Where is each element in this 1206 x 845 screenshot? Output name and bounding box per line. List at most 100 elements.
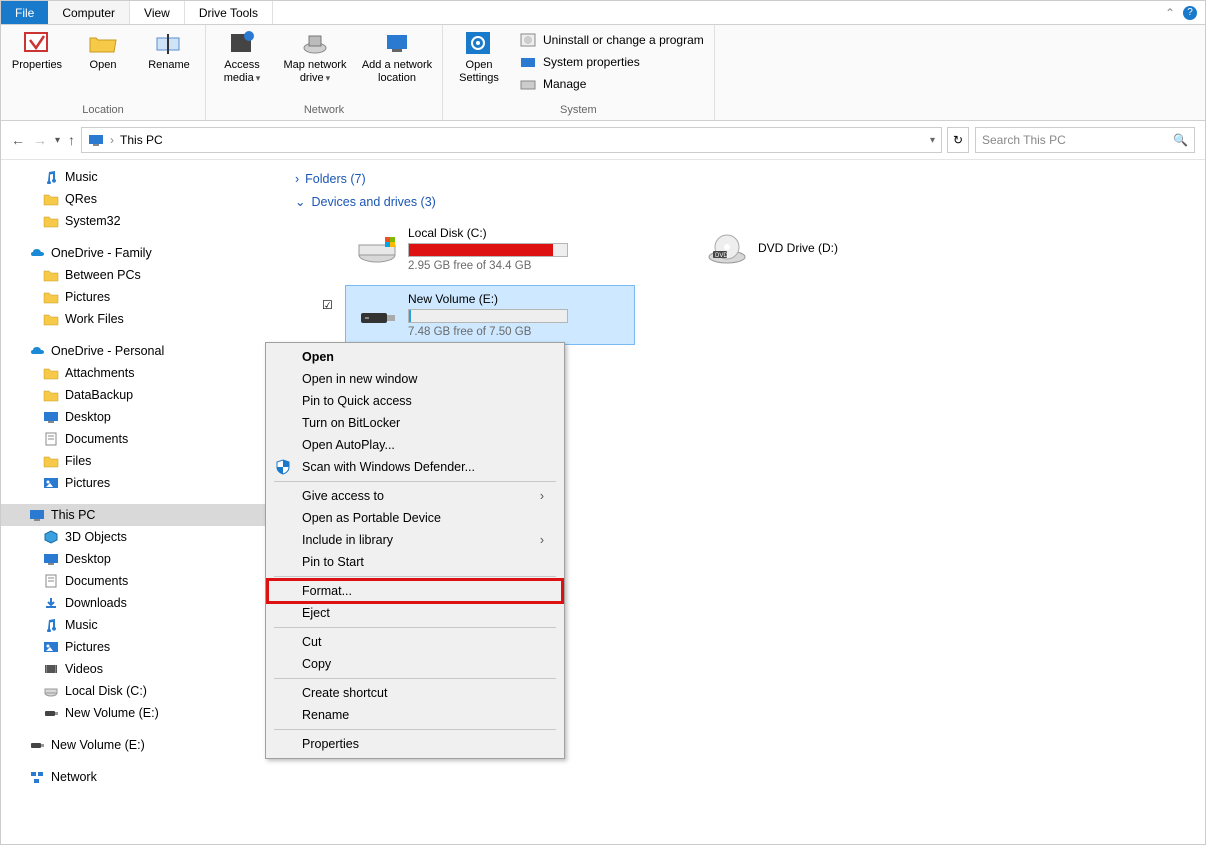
ctx-open-in-new-window[interactable]: Open in new window xyxy=(268,368,562,390)
drive-local-disk-c-[interactable]: Local Disk (C:)2.95 GB free of 34.4 GB xyxy=(345,219,635,279)
storage-bar xyxy=(408,243,568,257)
ctx-open[interactable]: Open xyxy=(268,346,562,368)
drive-dvd-drive-d-[interactable]: DVDDVD Drive (D:) xyxy=(695,219,985,279)
manage-button[interactable]: Manage xyxy=(515,73,708,95)
tree-this-pc[interactable]: This PC xyxy=(1,504,279,526)
ribbon-group-network-label: Network xyxy=(212,102,436,118)
tree-pictures[interactable]: Pictures xyxy=(1,636,279,658)
ctx-include-in-library[interactable]: Include in library› xyxy=(268,529,562,551)
desktop-icon xyxy=(43,551,59,567)
ctx-scan-with-windows-defender[interactable]: Scan with Windows Defender... xyxy=(268,456,562,478)
folder-icon xyxy=(43,289,59,305)
address-dropdown-icon[interactable]: ▾ xyxy=(930,135,935,146)
access-media-button[interactable]: Access media xyxy=(212,29,272,84)
search-icon: 🔍 xyxy=(1173,133,1188,147)
tree-music[interactable]: Music xyxy=(1,166,279,188)
tree-documents[interactable]: Documents xyxy=(1,428,279,450)
tree-attachments[interactable]: Attachments xyxy=(1,362,279,384)
tree-qres[interactable]: QRes xyxy=(1,188,279,210)
open-settings-button[interactable]: Open Settings xyxy=(449,29,509,84)
tree-desktop[interactable]: Desktop xyxy=(1,548,279,570)
drives-group-header[interactable]: ⌄ Devices and drives (3) xyxy=(295,190,1189,213)
tab-computer[interactable]: Computer xyxy=(48,1,130,24)
disk-icon xyxy=(43,683,59,699)
folder-icon xyxy=(43,191,59,207)
tree-pictures[interactable]: Pictures xyxy=(1,286,279,308)
tree-new-volume-e-[interactable]: New Volume (E:) xyxy=(1,702,279,724)
help-icon[interactable]: ? xyxy=(1183,6,1197,20)
nav-back-button[interactable]: ← xyxy=(11,132,25,148)
rename-button[interactable]: Rename xyxy=(139,29,199,72)
tree-databackup[interactable]: DataBackup xyxy=(1,384,279,406)
tree-new-volume-e[interactable]: New Volume (E:) xyxy=(1,734,279,756)
ctx-format[interactable]: Format... xyxy=(268,580,562,602)
ctx-pin-to-start[interactable]: Pin to Start xyxy=(268,551,562,573)
tree-documents[interactable]: Documents xyxy=(1,570,279,592)
tab-view[interactable]: View xyxy=(130,1,185,24)
tree-onedrive-personal[interactable]: OneDrive - Personal xyxy=(1,340,279,362)
ctx-properties[interactable]: Properties xyxy=(268,733,562,755)
ctx-rename[interactable]: Rename xyxy=(268,704,562,726)
context-menu-separator xyxy=(274,627,556,628)
ribbon-tabs: File Computer View Drive Tools ⌃ ? xyxy=(1,1,1205,25)
breadcrumb-this-pc[interactable]: This PC xyxy=(120,133,163,147)
uninstall-program-button[interactable]: Uninstall or change a program xyxy=(515,29,708,51)
drive-new-volume-e-[interactable]: ☑New Volume (E:)7.48 GB free of 7.50 GB xyxy=(345,285,635,345)
pictures-icon xyxy=(43,475,59,491)
drive-name: New Volume (E:) xyxy=(408,292,568,306)
tree-local-disk-c-[interactable]: Local Disk (C:) xyxy=(1,680,279,702)
ctx-pin-to-quick-access[interactable]: Pin to Quick access xyxy=(268,390,562,412)
folder-icon xyxy=(43,365,59,381)
open-button[interactable]: Open xyxy=(73,29,133,72)
ctx-eject[interactable]: Eject xyxy=(268,602,562,624)
system-properties-icon xyxy=(519,54,537,70)
usb-icon xyxy=(29,737,45,753)
tree-onedrive-family[interactable]: OneDrive - Family xyxy=(1,242,279,264)
system-properties-button[interactable]: System properties xyxy=(515,51,708,73)
hdd-icon xyxy=(356,231,398,267)
nav-up-button[interactable]: ↑ xyxy=(68,132,75,148)
address-bar[interactable]: › This PC ▾ xyxy=(81,127,942,153)
tree-music[interactable]: Music xyxy=(1,614,279,636)
minimize-ribbon-icon[interactable]: ⌃ xyxy=(1165,6,1175,20)
drive-free-text: 7.48 GB free of 7.50 GB xyxy=(408,326,568,338)
selected-check-icon: ☑ xyxy=(322,298,333,312)
add-network-location-button[interactable]: Add a network location xyxy=(358,29,436,84)
folders-group-header[interactable]: › Folders (7) xyxy=(295,168,1189,190)
tree-system32[interactable]: System32 xyxy=(1,210,279,232)
ctx-create-shortcut[interactable]: Create shortcut xyxy=(268,682,562,704)
ribbon-group-system-label: System xyxy=(449,102,708,118)
nav-forward-button[interactable]: → xyxy=(33,132,47,148)
tree-work-files[interactable]: Work Files xyxy=(1,308,279,330)
tree-files[interactable]: Files xyxy=(1,450,279,472)
tree-videos[interactable]: Videos xyxy=(1,658,279,680)
open-folder-icon xyxy=(87,29,119,57)
nav-recent-button[interactable]: ▾ xyxy=(55,135,60,146)
tree-downloads[interactable]: Downloads xyxy=(1,592,279,614)
crumb-separator-icon: › xyxy=(110,133,114,147)
tree-desktop[interactable]: Desktop xyxy=(1,406,279,428)
nav-bar: ← → ▾ ↑ › This PC ▾ ↻ Search This PC 🔍 xyxy=(1,121,1205,160)
ctx-copy[interactable]: Copy xyxy=(268,653,562,675)
search-input[interactable]: Search This PC 🔍 xyxy=(975,127,1195,153)
ctx-cut[interactable]: Cut xyxy=(268,631,562,653)
properties-icon xyxy=(21,29,53,57)
ctx-open-autoplay[interactable]: Open AutoPlay... xyxy=(268,434,562,456)
tree-network[interactable]: Network xyxy=(1,766,279,788)
ctx-open-as-portable-device[interactable]: Open as Portable Device xyxy=(268,507,562,529)
properties-button[interactable]: Properties xyxy=(7,29,67,72)
refresh-button[interactable]: ↻ xyxy=(947,127,969,153)
add-network-icon xyxy=(381,29,413,57)
tab-file[interactable]: File xyxy=(1,1,48,24)
tree-pictures[interactable]: Pictures xyxy=(1,472,279,494)
ctx-turn-on-bitlocker[interactable]: Turn on BitLocker xyxy=(268,412,562,434)
submenu-arrow-icon: › xyxy=(540,489,544,503)
nav-tree[interactable]: MusicQResSystem32OneDrive - FamilyBetwee… xyxy=(1,160,279,845)
map-network-drive-button[interactable]: Map network drive xyxy=(278,29,352,84)
tab-drive-tools[interactable]: Drive Tools xyxy=(185,1,273,24)
ctx-give-access-to[interactable]: Give access to› xyxy=(268,485,562,507)
tree-3d-objects[interactable]: 3D Objects xyxy=(1,526,279,548)
tree-between-pcs[interactable]: Between PCs xyxy=(1,264,279,286)
pictures-icon xyxy=(43,639,59,655)
folder-icon xyxy=(43,267,59,283)
